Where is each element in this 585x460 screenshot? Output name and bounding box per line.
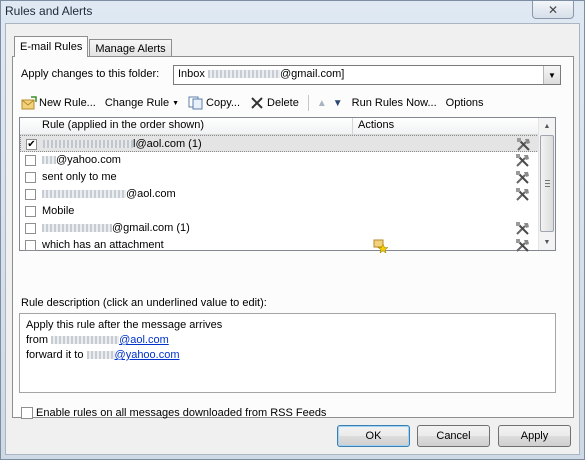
window-title: Rules and Alerts (5, 4, 93, 18)
scroll-thumb[interactable] (540, 135, 554, 232)
chevron-down-icon: ▼ (172, 99, 180, 107)
rule-row[interactable]: which has an attachment (20, 237, 555, 254)
title-bar[interactable]: Rules and Alerts ✕ (1, 1, 584, 23)
rules-toolbar: New Rule... Change Rule ▼ Copy... Delete… (21, 93, 566, 113)
folder-row: Apply changes to this folder: Inbox @gma… (21, 65, 561, 85)
scroll-up-icon[interactable]: ▲ (539, 118, 555, 134)
copy-rule-button[interactable]: Copy... (188, 96, 240, 110)
folder-label: Apply changes to this folder: (21, 68, 160, 80)
rule-enabled-checkbox[interactable] (25, 223, 36, 234)
rule-name: @gmail.com (1) (42, 222, 190, 234)
rule-name: sent only to me (42, 171, 117, 183)
cancel-button[interactable]: Cancel (417, 425, 490, 447)
attachment-star-icon (373, 238, 389, 254)
rule-name-suffix: @aol.com (126, 188, 176, 200)
rule-name: which has an attachment (42, 239, 164, 251)
redacted-text (42, 156, 56, 165)
rule-row[interactable]: @gmail.com (1) (20, 220, 555, 237)
rule-enabled-checkbox[interactable] (25, 172, 36, 183)
run-rules-now-button[interactable]: Run Rules Now... (352, 97, 437, 109)
rules-list-header: Rule (applied in the order shown) Action… (20, 118, 555, 135)
options-label: Options (445, 97, 484, 109)
redacted-text (43, 140, 133, 149)
copy-label: Copy... (206, 97, 241, 109)
close-icon: ✕ (547, 2, 559, 17)
move-up-button[interactable]: ▲ (317, 98, 327, 109)
rule-tools-icon (515, 153, 531, 168)
rule-tools-icon (516, 137, 532, 152)
rss-rules-checkbox[interactable] (21, 407, 33, 419)
rule-enabled-checkbox[interactable] (25, 189, 36, 200)
change-rule-button[interactable]: Change Rule ▼ (105, 97, 179, 109)
dialog-body: E-mail Rules Manage Alerts Apply changes… (5, 23, 580, 455)
delete-label: Delete (267, 97, 299, 109)
options-button[interactable]: Options (446, 97, 484, 109)
rule-row[interactable]: sent only to me (20, 169, 555, 186)
rules-and-alerts-dialog: Rules and Alerts ✕ E-mail Rules Manage A… (0, 0, 585, 460)
from-address-link[interactable]: @aol.com (51, 334, 169, 346)
rule-enabled-checkbox[interactable] (25, 206, 36, 217)
folder-value: Inbox @gmail.com] (178, 68, 345, 80)
new-rule-icon (21, 96, 37, 110)
rule-row[interactable]: Mobile (20, 203, 555, 220)
rule-tools-icon (515, 221, 531, 236)
rule-row[interactable]: ✔ l@aol.com (1) (20, 135, 555, 152)
rule-description-box: Apply this rule after the message arrive… (19, 313, 556, 393)
rule-enabled-checkbox[interactable] (25, 155, 36, 166)
rule-row[interactable]: @yahoo.com (20, 152, 555, 169)
delete-rule-button[interactable]: Delete (249, 96, 299, 110)
rule-name-suffix: @yahoo.com (56, 154, 121, 166)
arrow-down-icon: ▼ (332, 97, 343, 109)
rule-tools-icon (515, 187, 531, 202)
toolbar-separator (307, 95, 309, 111)
column-header-rule[interactable]: Rule (applied in the order shown) (20, 118, 353, 134)
forward-address-link[interactable]: @yahoo.com (86, 349, 180, 361)
rules-list-body: ✔ l@aol.com (1) @yahoo.com sent only to me @… (20, 135, 555, 254)
rule-tools-icon (515, 238, 531, 253)
column-header-actions[interactable]: Actions (353, 118, 394, 134)
scroll-down-icon[interactable]: ▼ (539, 234, 555, 250)
move-down-button[interactable]: ▼ (333, 98, 343, 109)
new-rule-button[interactable]: New Rule... (21, 96, 96, 110)
rule-name: @aol.com (42, 188, 176, 200)
tab-email-rules[interactable]: E-mail Rules (14, 36, 89, 57)
chevron-down-icon: ▼ (548, 70, 556, 80)
rss-rules-option[interactable]: Enable rules on all messages downloaded … (21, 407, 326, 419)
delete-icon (249, 96, 265, 110)
description-line-3: forward it to @yahoo.com (26, 349, 180, 361)
redacted-text (42, 224, 112, 233)
rule-name: l@aol.com (1) (43, 138, 202, 150)
description-line-2: from @aol.com (26, 334, 169, 346)
run-rules-label: Run Rules Now... (351, 97, 437, 109)
new-rule-label: New Rule... (39, 97, 96, 109)
rule-name-suffix: @gmail.com (1) (112, 222, 190, 234)
folder-select[interactable]: Inbox @gmail.com] ▼ (173, 65, 561, 85)
copy-icon (188, 96, 204, 110)
arrow-up-icon: ▲ (316, 97, 327, 109)
rule-name: Mobile (42, 205, 75, 217)
rule-tools-icon (515, 170, 531, 185)
rule-name: @yahoo.com (42, 154, 121, 166)
change-rule-label: Change Rule (104, 97, 170, 109)
apply-button[interactable]: Apply (498, 425, 571, 447)
rule-enabled-checkbox[interactable]: ✔ (26, 139, 37, 150)
description-line-1: Apply this rule after the message arrive… (26, 319, 223, 331)
rule-name-suffix: l@aol.com (1) (133, 138, 202, 150)
rule-description-label: Rule description (click an underlined va… (21, 297, 267, 309)
ok-button[interactable]: OK (337, 425, 410, 447)
rule-row[interactable]: @aol.com (20, 186, 555, 203)
close-button[interactable]: ✕ (532, 1, 574, 19)
folder-dropdown-button[interactable]: ▼ (543, 66, 560, 84)
tab-manage-alerts[interactable]: Manage Alerts (89, 39, 172, 57)
rss-rules-label: Enable rules on all messages downloaded … (36, 407, 327, 419)
tab-strip: E-mail Rules Manage Alerts (14, 35, 173, 57)
rules-scrollbar[interactable]: ▲ ▼ (538, 118, 555, 250)
rules-list: Rule (applied in the order shown) Action… (19, 117, 556, 254)
redacted-text (42, 190, 126, 199)
rule-enabled-checkbox[interactable] (25, 240, 36, 251)
email-rules-panel: Apply changes to this folder: Inbox @gma… (12, 56, 574, 419)
